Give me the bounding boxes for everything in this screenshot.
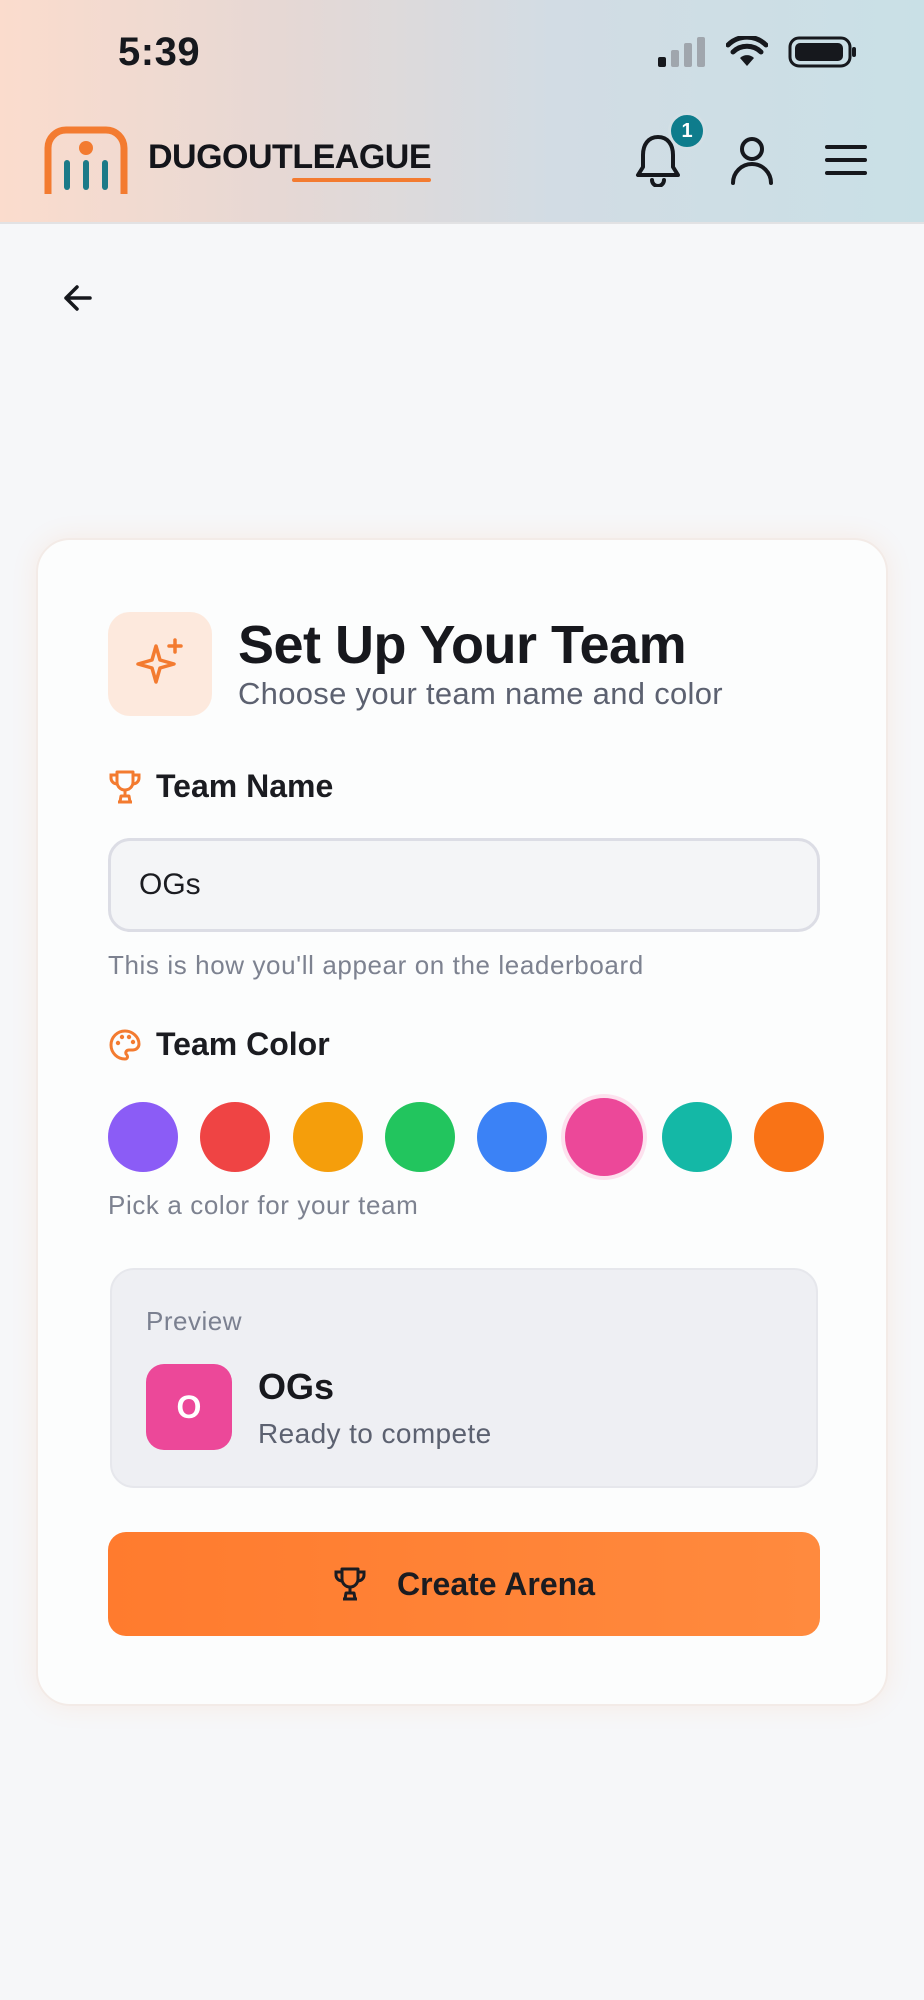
team-name-label-row: Team Name [108, 768, 333, 805]
color-swatch[interactable] [200, 1102, 271, 1172]
team-color-label-row: Team Color [108, 1026, 330, 1063]
cellular-signal-icon [658, 37, 705, 67]
create-arena-label: Create Arena [396, 1565, 595, 1602]
preview-status: Ready to compete [258, 1418, 492, 1449]
team-color-label: Team Color [156, 1026, 330, 1062]
hamburger-menu-icon [825, 145, 867, 175]
brand-dugout: DUGOUT [148, 138, 293, 176]
user-icon [731, 137, 773, 185]
create-arena-button[interactable]: Create Arena [108, 1532, 820, 1636]
preview-team-name: OGs [258, 1366, 335, 1407]
arrow-left-icon [64, 285, 92, 311]
wifi-icon [726, 36, 768, 66]
color-swatch[interactable] [661, 1102, 732, 1172]
page-title: Set Up Your Team [238, 615, 687, 675]
dugout-logo-icon[interactable] [40, 124, 132, 196]
status-icons [658, 36, 858, 68]
back-button[interactable] [56, 276, 100, 320]
color-swatch[interactable] [565, 1098, 644, 1176]
menu-button[interactable] [816, 130, 876, 190]
team-name-label: Team Name [156, 768, 334, 804]
palette-icon [109, 1029, 141, 1060]
sparkles-icon [136, 638, 183, 684]
color-swatch[interactable] [384, 1102, 455, 1172]
sparkles-icon-tile [108, 612, 212, 716]
notification-badge: 1 [668, 112, 706, 150]
app-header: DUGOUTLEAGUE [0, 112, 924, 212]
profile-button[interactable] [722, 130, 782, 190]
brand-wordmark[interactable]: DUGOUTLEAGUE [148, 138, 432, 177]
color-swatch[interactable] [292, 1102, 363, 1172]
team-color-hint: Pick a color for your team [108, 1190, 419, 1220]
team-name-hint: This is how you'll appear on the leaderb… [108, 950, 644, 980]
trophy-icon [109, 770, 141, 803]
brand-league: LEAGUE [292, 138, 432, 176]
team-name-input[interactable] [108, 838, 820, 932]
color-swatch[interactable] [108, 1102, 178, 1172]
trophy-icon [334, 1567, 366, 1601]
status-time: 5:39 [118, 30, 201, 74]
team-avatar: O [146, 1364, 232, 1450]
page-subtitle: Choose your team name and color [238, 676, 723, 711]
battery-icon [788, 36, 856, 68]
team-setup-card: Set Up Your Team Choose your team name a… [36, 538, 888, 1706]
color-swatch[interactable] [477, 1102, 548, 1172]
team-preview: Preview O OGs Ready to compete [110, 1268, 818, 1488]
preview-label: Preview [146, 1306, 242, 1336]
color-swatch-group [108, 1098, 824, 1176]
top-bar: 5:39 DUGOUTLEAGUE [0, 0, 924, 224]
color-swatch[interactable] [754, 1102, 824, 1172]
